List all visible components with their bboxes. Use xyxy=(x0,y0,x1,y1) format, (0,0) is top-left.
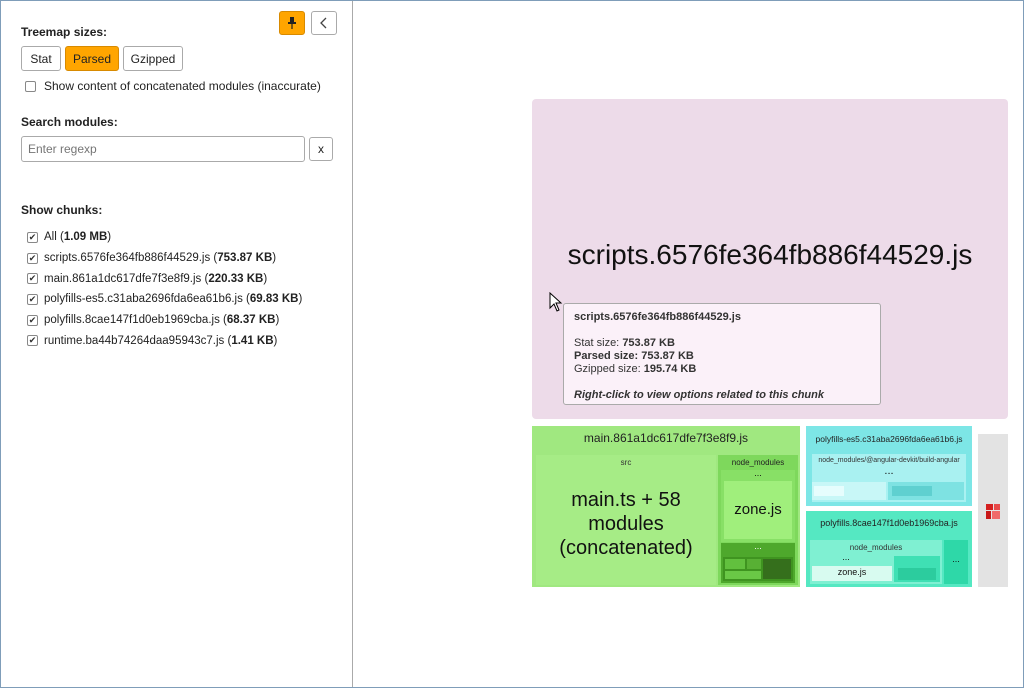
chunk-size: 69.83 KB xyxy=(249,293,299,306)
treemap-tile-es5-node-modules[interactable]: node_modules/@angular-devkit/build-angul… xyxy=(812,454,966,502)
size-button-gzipped[interactable]: Gzipped xyxy=(123,46,183,71)
chunk-checkbox[interactable]: ✔ xyxy=(27,335,38,347)
size-button-stat[interactable]: Stat xyxy=(21,46,61,71)
runtime-modules-icon xyxy=(986,504,1000,519)
polyfills-es5-label: polyfills-es5.c31aba2696fda6ea61b6.js xyxy=(815,434,963,444)
chunk-item-polyfills[interactable]: ✔ polyfills.8cae147f1d0eb1969cba.js (68.… xyxy=(27,310,302,331)
tooltip-title: scripts.6576fe364fb886f44529.js xyxy=(574,311,741,323)
treemap-sizes-label: Treemap sizes: xyxy=(21,25,108,39)
collapse-sidebar-button[interactable] xyxy=(311,11,337,35)
pin-button[interactable] xyxy=(279,11,305,35)
tooltip-gzip-label: Gzipped size: xyxy=(574,363,641,375)
chunk-checkbox[interactable]: ✔ xyxy=(27,293,38,305)
chunk-name: All xyxy=(44,231,57,244)
treemap-tile-src[interactable]: src main.ts + 58 modules (concatenated) xyxy=(536,455,716,585)
clear-search-button[interactable]: x xyxy=(309,137,333,161)
treemap-tile-polyfills-small[interactable]: ... xyxy=(944,540,968,584)
chunk-item-scripts[interactable]: ✔ scripts.6576fe364fb886f44529.js (753.8… xyxy=(27,248,302,269)
chunk-name: scripts.6576fe364fb886f44529.js xyxy=(44,252,211,265)
concat-module-label: main.ts + 58 modules (concatenated) xyxy=(559,489,693,559)
tooltip-parsed-label: Parsed size: xyxy=(574,350,639,362)
chunk-checkbox[interactable]: ✔ xyxy=(27,314,38,326)
zone-label: zone.js xyxy=(734,501,782,518)
treemap-tile-polyfills-zone[interactable]: zone.js xyxy=(812,566,892,581)
sidebar: Treemap sizes: Stat Parsed Gzipped Show … xyxy=(1,1,353,687)
chunk-checkbox[interactable]: ✔ xyxy=(27,273,38,285)
size-button-parsed[interactable]: Parsed xyxy=(65,46,119,71)
zone2-label: zone.js xyxy=(837,567,867,577)
chunk-name: polyfills-es5.c31aba2696fda6ea61b6.js xyxy=(44,293,243,306)
chunk-size: 220.33 KB xyxy=(208,272,264,285)
show-chunks-label: Show chunks: xyxy=(21,203,103,217)
chunk-name: polyfills.8cae147f1d0eb1969cba.js xyxy=(44,314,220,327)
concat-modules-checkbox[interactable] xyxy=(25,80,36,92)
tooltip-parsed-value: 753.87 KB xyxy=(641,350,694,362)
tooltip-stat-row: Stat size: 753.87 KB xyxy=(574,337,870,350)
tooltip-hint: Right-click to view options related to t… xyxy=(574,389,824,401)
es5-modules-grid xyxy=(812,482,964,500)
node-modules-label: node_modules xyxy=(731,458,785,467)
search-input[interactable] xyxy=(21,136,305,162)
pin-icon xyxy=(288,17,296,29)
chunk-checkbox[interactable]: ✔ xyxy=(27,252,38,264)
tooltip-parsed-row: Parsed size: 753.87 KB xyxy=(574,350,870,363)
ellipsis-label: ... xyxy=(754,470,762,478)
tooltip-gzip-row: Gzipped size: 195.74 KB xyxy=(574,363,870,376)
concat-modules-label: Show content of concatenated modules (in… xyxy=(44,79,321,93)
mouse-cursor-icon xyxy=(549,292,563,312)
chevron-left-icon xyxy=(320,17,327,29)
chunk-size: 1.09 MB xyxy=(63,231,108,244)
chunk-name: runtime.ba44b74264daa95943c7.js xyxy=(44,334,225,347)
chunk-item-polyfills-es5[interactable]: ✔ polyfills-es5.c31aba2696fda6ea61b6.js … xyxy=(27,289,302,310)
scripts-tile-label: scripts.6576fe364fb886f44529.js xyxy=(567,239,973,270)
tooltip-stat-label: Stat size: xyxy=(574,337,620,349)
chunk-tooltip: scripts.6576fe364fb886f44529.js Stat siz… xyxy=(563,303,881,405)
polyfills-label: polyfills.8cae147f1d0eb1969cba.js xyxy=(820,518,958,528)
chunk-checkbox[interactable]: ✔ xyxy=(27,231,38,243)
small-modules-grid xyxy=(723,557,793,581)
tooltip-gzip-value: 195.74 KB xyxy=(643,363,697,375)
concat-modules-toggle[interactable]: Show content of concatenated modules (in… xyxy=(25,79,321,93)
main-tile-label: main.861a1dc617dfe7f3e8f9.js xyxy=(583,431,749,445)
treemap-tile-main-nm-rest[interactable]: ... xyxy=(721,543,795,583)
src-label: src xyxy=(620,458,632,467)
chunk-item-runtime[interactable]: ✔ runtime.ba44b74264daa95943c7.js (1.41 … xyxy=(27,330,302,351)
ellipsis-label: ... xyxy=(952,554,960,564)
chunk-item-all[interactable]: ✔ All (1.09 MB) xyxy=(27,227,302,248)
chunk-size: 753.87 KB xyxy=(217,252,273,265)
treemap-tile-runtime[interactable] xyxy=(978,434,1008,587)
treemap-tile-zone[interactable]: zone.js xyxy=(724,481,792,539)
chunk-list: ✔ All (1.09 MB) ✔ scripts.6576fe364fb886… xyxy=(27,227,302,351)
search-modules-label: Search modules: xyxy=(21,115,118,129)
tooltip-stat-value: 753.87 KB xyxy=(622,337,675,349)
chunk-item-main[interactable]: ✔ main.861a1dc617dfe7f3e8f9.js (220.33 K… xyxy=(27,268,302,289)
chunk-size: 1.41 KB xyxy=(231,334,274,347)
chunk-name: main.861a1dc617dfe7f3e8f9.js xyxy=(44,272,202,285)
chunk-size: 68.37 KB xyxy=(226,314,276,327)
